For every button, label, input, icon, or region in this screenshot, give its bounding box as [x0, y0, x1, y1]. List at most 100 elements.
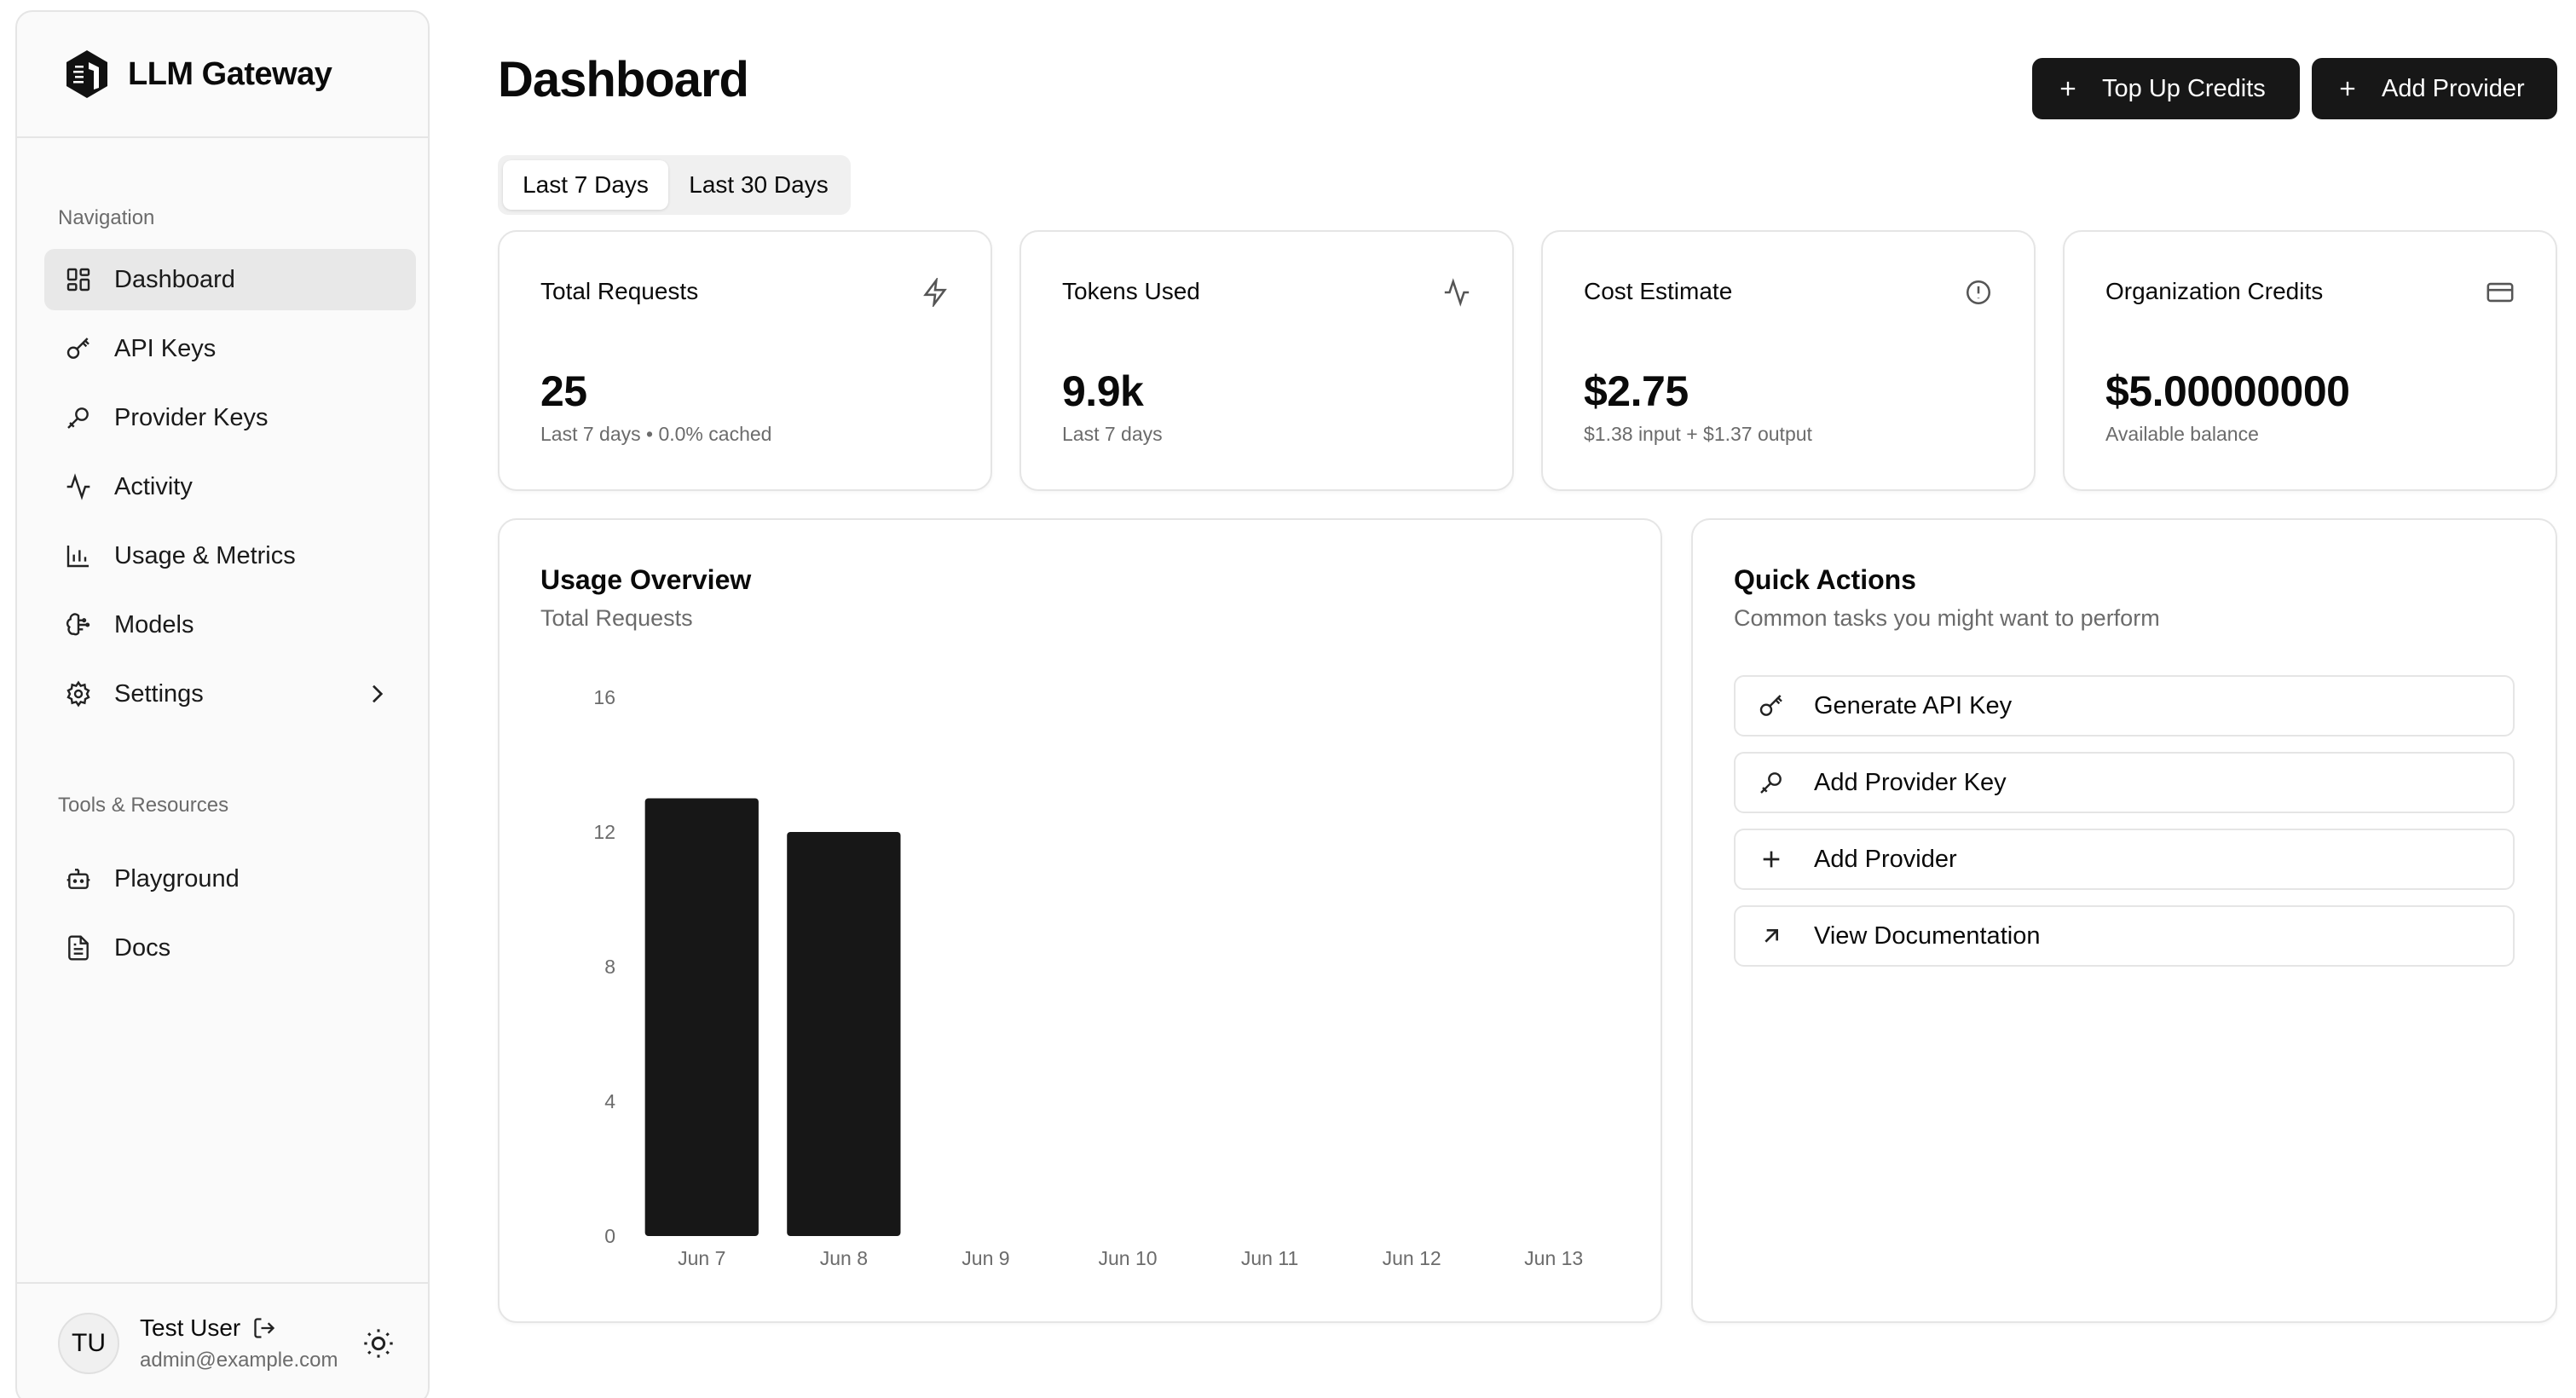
key-icon [66, 338, 90, 359]
key-icon [1759, 695, 1782, 716]
top-up-credits-label: Top Up Credits [2102, 74, 2266, 102]
sun-icon[interactable] [361, 1326, 396, 1360]
stat-card-tokens-used: Tokens Used 9.9k Last 7 days [1019, 230, 1514, 491]
x-tick-label: Jun 12 [1383, 1247, 1441, 1269]
sidebar-item-label: Playground [114, 864, 240, 893]
x-tick-label: Jun 8 [820, 1247, 868, 1269]
range-tabs: Last 7 Days Last 30 Days [498, 155, 851, 215]
stat-title: Total Requests [540, 278, 699, 304]
tab-last-30-days[interactable]: Last 30 Days [672, 160, 846, 210]
quick-actions-subtitle: Common tasks you might want to perform [1734, 605, 2160, 631]
stat-title: Organization Credits [2105, 278, 2324, 304]
y-tick-label: 12 [593, 821, 615, 843]
add-provider-label: Add Provider [2382, 74, 2525, 102]
stat-subtitle: Last 7 days [1062, 423, 1163, 445]
quick-actions-title: Quick Actions [1734, 564, 1916, 595]
stat-title: Cost Estimate [1584, 278, 1733, 304]
credit-card-icon [2486, 282, 2514, 303]
brain-icon [66, 613, 90, 636]
plus-icon [2060, 81, 2076, 96]
stat-card-total-requests: Total Requests 25 Last 7 days • 0.0% cac… [498, 230, 992, 491]
user-name: Test User [140, 1314, 241, 1341]
x-tick-label: Jun 7 [678, 1247, 725, 1269]
sidebar-item-label: Docs [114, 933, 171, 962]
generate-api-key-button[interactable]: Generate API Key [1734, 675, 2515, 737]
stat-subtitle: $1.38 input + $1.37 output [1584, 423, 1812, 445]
quick-add-provider-button[interactable]: Add Provider [1734, 829, 2515, 890]
user-info: Test User admin@example.com [140, 1314, 353, 1372]
view-documentation-button[interactable]: View Documentation [1734, 905, 2515, 967]
quick-action-label: Add Provider [1814, 845, 1957, 873]
sidebar-item-docs[interactable]: Docs [44, 917, 416, 979]
info-circle-icon [1966, 280, 1991, 305]
grid-icon [66, 268, 90, 292]
y-tick-label: 4 [604, 1090, 615, 1112]
top-up-credits-button[interactable]: Top Up Credits [2032, 58, 2300, 119]
sidebar-item-models[interactable]: Models [44, 594, 416, 656]
y-tick-label: 8 [604, 956, 615, 978]
sidebar-item-label: Dashboard [114, 265, 235, 293]
bar[interactable] [644, 798, 759, 1237]
sidebar-item-settings[interactable]: Settings [44, 663, 416, 725]
logout-icon[interactable] [252, 1316, 276, 1340]
stat-value: 25 [540, 367, 587, 415]
add-provider-button[interactable]: Add Provider [2312, 58, 2557, 119]
sidebar-item-playground[interactable]: Playground [44, 848, 416, 910]
gear-icon [66, 680, 90, 708]
stat-card-cost-estimate: Cost Estimate $2.75 $1.38 input + $1.37 … [1541, 230, 2036, 491]
sidebar-item-label: API Keys [114, 334, 217, 362]
bar-chart-icon [66, 546, 89, 568]
quick-actions-card: Quick Actions Common tasks you might wan… [1691, 518, 2557, 1323]
usage-overview-card: Usage Overview Total Requests 0 4 8 12 16 Jun… [498, 518, 1662, 1323]
quick-action-label: Generate API Key [1814, 691, 2013, 719]
document-icon [68, 935, 89, 961]
sidebar-item-api-keys[interactable]: API Keys [44, 318, 416, 379]
bar[interactable] [787, 832, 901, 1236]
x-tick-label: Jun 11 [1241, 1247, 1298, 1269]
lightning-icon [923, 278, 947, 307]
sidebar-item-provider-keys[interactable]: Provider Keys [44, 387, 416, 448]
y-tick-label: 0 [604, 1225, 615, 1247]
plus-icon [2340, 81, 2355, 96]
stat-value: $2.75 [1584, 367, 1689, 415]
sidebar-item-label: Usage & Metrics [114, 541, 296, 569]
sidebar-item-label: Activity [114, 472, 193, 500]
page-title: Dashboard [498, 52, 749, 107]
navigation-label: Navigation [58, 206, 155, 229]
stat-card-organization-credits: Organization Credits $5.00000000 Availab… [2063, 230, 2557, 491]
user-name-row: Test User [140, 1314, 353, 1342]
user-bar: TU Test User admin@example.com [17, 1282, 428, 1398]
brand[interactable]: LLM Gateway [17, 12, 428, 138]
bot-icon [66, 869, 90, 889]
stat-subtitle: Available balance [2105, 423, 2259, 445]
x-tick-label: Jun 10 [1098, 1247, 1157, 1269]
provider-key-icon [67, 407, 89, 429]
x-tick-label: Jun 9 [962, 1247, 1009, 1269]
sidebar-item-label: Provider Keys [114, 403, 269, 431]
stat-subtitle: Last 7 days • 0.0% cached [540, 423, 772, 445]
sidebar-item-label: Models [114, 610, 194, 638]
avatar[interactable]: TU [58, 1313, 119, 1374]
sidebar-item-dashboard[interactable]: Dashboard [44, 249, 416, 310]
arrow-up-right-icon [1765, 929, 1778, 943]
activity-icon [1444, 278, 1470, 307]
sidebar-item-label: Settings [114, 679, 204, 708]
quick-action-label: View Documentation [1814, 921, 2041, 950]
provider-key-icon [1760, 772, 1782, 794]
tools-label: Tools & Resources [58, 794, 229, 817]
user-email: admin@example.com [140, 1349, 338, 1372]
y-tick-label: 16 [593, 686, 615, 708]
logo-icon [66, 50, 107, 98]
sidebar-item-activity[interactable]: Activity [44, 456, 416, 517]
stat-title: Tokens Used [1062, 278, 1200, 304]
plus-icon [1763, 851, 1780, 868]
sidebar: LLM Gateway Navigation Dashboard API Key… [15, 10, 430, 1398]
activity-icon [66, 473, 90, 500]
sidebar-item-usage-metrics[interactable]: Usage & Metrics [44, 525, 416, 586]
x-tick-label: Jun 13 [1524, 1247, 1583, 1269]
stat-value: $5.00000000 [2105, 367, 2350, 415]
add-provider-key-button[interactable]: Add Provider Key [1734, 752, 2515, 813]
usage-bar-chart: 0 4 8 12 16 Jun 7 Jun 8 Jun 9 Jun 10 Jun 11 Jun 12… [593, 686, 1583, 1269]
chevron-right-icon [373, 685, 384, 703]
tab-last-7-days[interactable]: Last 7 Days [503, 160, 668, 210]
